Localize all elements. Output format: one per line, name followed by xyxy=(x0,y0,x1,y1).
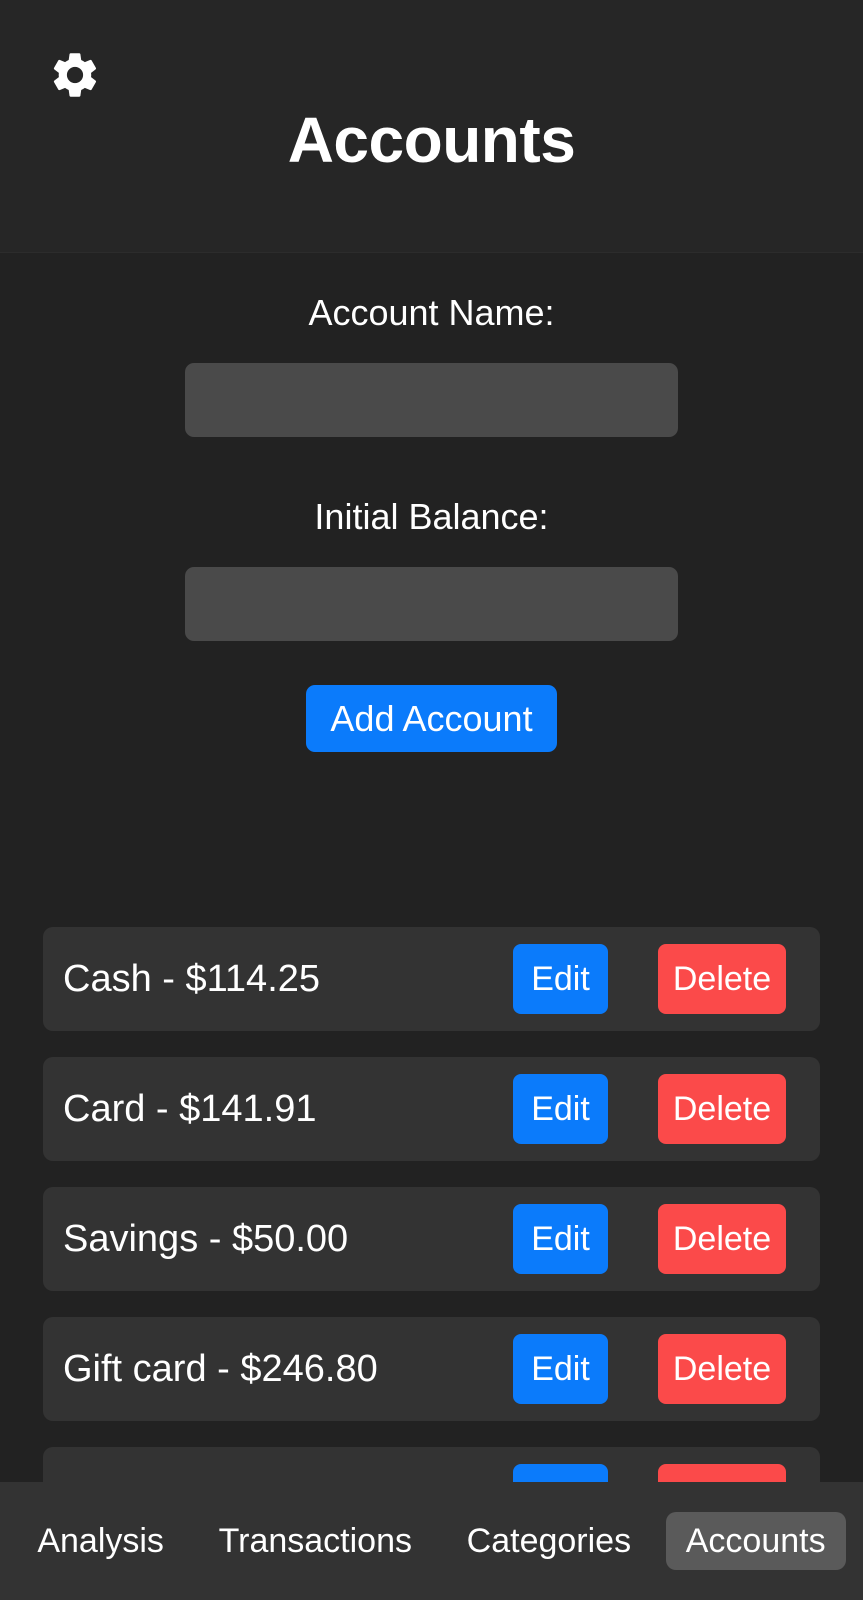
account-row[interactable]: Savings - $50.00 Edit Delete xyxy=(43,1187,820,1291)
edit-account-button[interactable]: Edit xyxy=(513,1464,608,1482)
delete-account-button[interactable]: Delete xyxy=(658,944,786,1014)
edit-account-button[interactable]: Edit xyxy=(513,1204,608,1274)
gear-icon xyxy=(48,48,102,102)
edit-account-button[interactable]: Edit xyxy=(513,1334,608,1404)
account-name-input[interactable] xyxy=(185,363,678,437)
account-row[interactable]: Edit Delete xyxy=(43,1447,820,1482)
nav-tab-categories[interactable]: Categories xyxy=(447,1512,651,1570)
delete-account-button[interactable]: Delete xyxy=(658,1464,786,1482)
add-account-form: Account Name: Initial Balance: Add Accou… xyxy=(0,253,863,752)
settings-button[interactable] xyxy=(42,42,108,108)
account-row[interactable]: Gift card - $246.80 Edit Delete xyxy=(43,1317,820,1421)
account-label: Gift card - $246.80 xyxy=(63,1348,378,1390)
account-label: Cash - $114.25 xyxy=(63,958,321,1000)
account-label: Card - $141.91 xyxy=(63,1088,317,1130)
delete-account-button[interactable]: Delete xyxy=(658,1204,786,1274)
add-account-button[interactable]: Add Account xyxy=(306,685,557,752)
delete-account-button[interactable]: Delete xyxy=(658,1074,786,1144)
nav-tab-analysis[interactable]: Analysis xyxy=(17,1512,184,1570)
edit-account-button[interactable]: Edit xyxy=(513,944,608,1014)
edit-account-button[interactable]: Edit xyxy=(513,1074,608,1144)
account-row[interactable]: Cash - $114.25 Edit Delete xyxy=(43,927,820,1031)
account-label: Savings - $50.00 xyxy=(63,1218,349,1260)
delete-account-button[interactable]: Delete xyxy=(658,1334,786,1404)
page-title: Accounts xyxy=(287,104,576,176)
account-row[interactable]: Card - $141.91 Edit Delete xyxy=(43,1057,820,1161)
app-header: Accounts xyxy=(0,0,863,253)
nav-tab-transactions[interactable]: Transactions xyxy=(199,1512,432,1570)
bottom-navigation: Analysis Transactions Categories Accounts xyxy=(0,1482,863,1600)
initial-balance-label: Initial Balance: xyxy=(314,496,549,537)
account-list[interactable]: Cash - $114.25 Edit Delete Card - $141.91 Ed… xyxy=(0,927,863,1482)
account-name-label: Account Name: xyxy=(308,292,555,333)
nav-tab-accounts[interactable]: Accounts xyxy=(665,1512,846,1570)
initial-balance-input[interactable] xyxy=(185,567,678,641)
